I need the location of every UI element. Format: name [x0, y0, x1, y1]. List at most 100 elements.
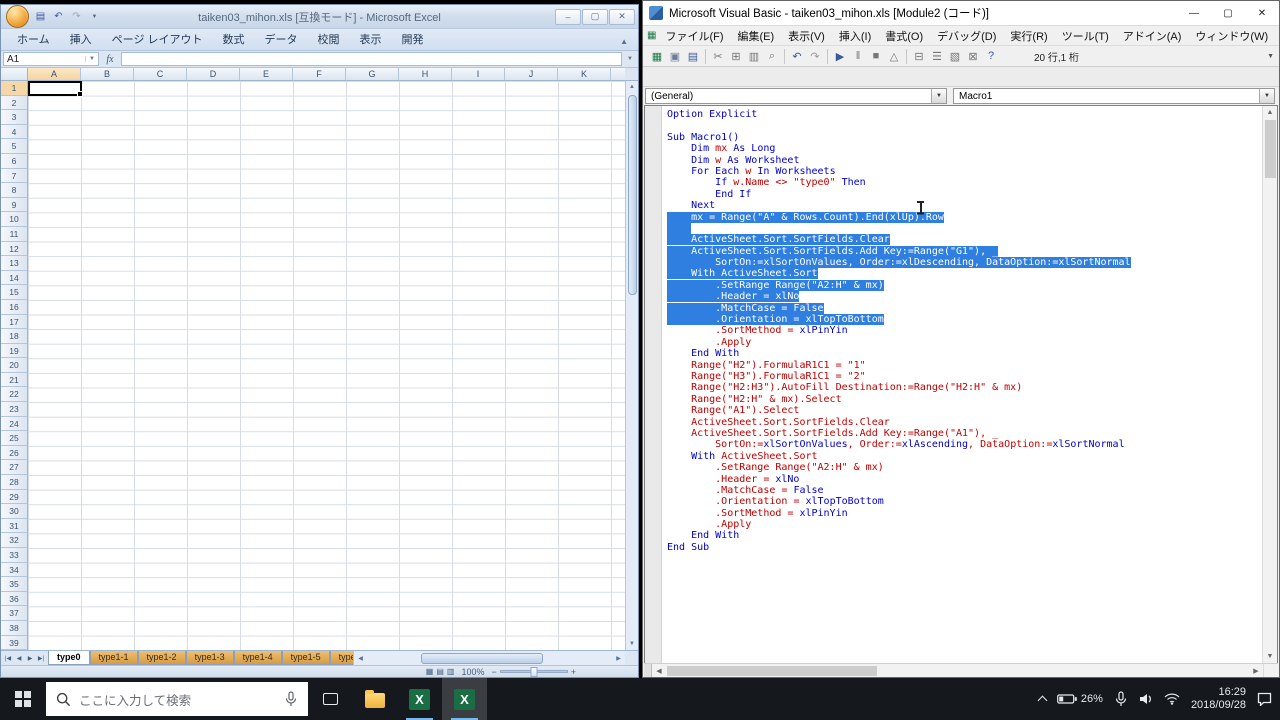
column-header-I[interactable]: I	[452, 68, 505, 80]
sheet-tab-type2[interactable]: type2	[330, 651, 353, 665]
row-header-15[interactable]: 15	[1, 285, 27, 300]
row-header-39[interactable]: 39	[1, 636, 27, 650]
sheet-tab-type1-2[interactable]: type1-2	[138, 651, 186, 665]
row-header-11[interactable]: 11	[1, 227, 27, 242]
zoom-track[interactable]	[500, 670, 568, 673]
row-header-3[interactable]: 3	[1, 110, 27, 125]
vbe-menu-2[interactable]: 編集(E)	[731, 26, 782, 46]
column-header-K[interactable]: K	[558, 68, 611, 80]
vbe-menu-7[interactable]: 実行(R)	[1003, 26, 1054, 46]
ribbon-tab-7[interactable]: 表示	[350, 28, 392, 50]
row-header-2[interactable]: 2	[1, 96, 27, 111]
excel-app-button[interactable]: X	[397, 678, 442, 720]
excel-vbe-app-button[interactable]: X	[442, 678, 487, 720]
row-header-4[interactable]: 4	[1, 125, 27, 140]
task-view-button[interactable]	[308, 678, 352, 720]
row-header-30[interactable]: 30	[1, 504, 27, 519]
row-header-18[interactable]: 18	[1, 329, 27, 344]
name-box-dropdown-icon[interactable]: ▼	[85, 56, 95, 62]
break-icon[interactable]: ‖	[849, 48, 867, 65]
toolbox-icon[interactable]: ⊠	[964, 48, 982, 65]
vbe-menu-3[interactable]: 表示(V)	[781, 26, 832, 46]
column-header-A[interactable]: A	[28, 68, 81, 80]
vbe-menu-5[interactable]: 書式(O)	[878, 26, 930, 46]
previous-sheet-icon[interactable]: ◀	[14, 655, 24, 662]
scroll-left-icon[interactable]: ◀	[354, 655, 367, 662]
vbe-menu-6[interactable]: デバッグ(D)	[930, 26, 1003, 46]
excel-horizontal-scrollbar[interactable]: ◀ ▶	[353, 651, 625, 665]
taskbar-clock[interactable]: 16:29 2018/09/28	[1191, 686, 1246, 712]
copy-icon[interactable]: ⊞	[727, 48, 745, 65]
row-header-7[interactable]: 7	[1, 169, 27, 184]
row-header-19[interactable]: 19	[1, 344, 27, 359]
row-header-34[interactable]: 34	[1, 563, 27, 578]
sheet-tab-type1-4[interactable]: type1-4	[234, 651, 282, 665]
volume-icon[interactable]	[1139, 693, 1153, 705]
office-button[interactable]	[6, 5, 29, 28]
design-mode-icon[interactable]: △	[885, 48, 903, 65]
row-header-17[interactable]: 17	[1, 315, 27, 330]
qat-dropdown-icon[interactable]: ▼	[87, 14, 102, 20]
ribbon-tab-4[interactable]: 数式	[213, 28, 255, 50]
row-header-33[interactable]: 33	[1, 548, 27, 563]
taskbar-search[interactable]: ここに入力して検索	[46, 682, 308, 716]
close-button[interactable]: ✕	[609, 9, 635, 25]
row-header-1[interactable]: 1	[1, 81, 27, 96]
redo-icon[interactable]: ↷	[69, 11, 84, 22]
save-icon[interactable]: ▤	[33, 11, 48, 22]
scroll-down-icon[interactable]: ▼	[1267, 650, 1274, 663]
row-header-37[interactable]: 37	[1, 606, 27, 621]
zoom-slider[interactable]: − +	[491, 667, 576, 677]
undo-icon[interactable]: ↶	[51, 11, 66, 22]
row-header-29[interactable]: 29	[1, 490, 27, 505]
sheet-grid[interactable]	[28, 81, 625, 650]
ribbon-tab-2[interactable]: 挿入	[60, 28, 102, 50]
network-icon[interactable]	[1164, 693, 1180, 705]
row-header-35[interactable]: 35	[1, 577, 27, 592]
row-header-23[interactable]: 23	[1, 402, 27, 417]
vbe-menu-4[interactable]: 挿入(I)	[832, 26, 878, 46]
code-horizontal-scrollbar[interactable]: ◀ ▶	[644, 663, 1278, 677]
insert-function-icon[interactable]: fx	[101, 54, 119, 65]
row-header-31[interactable]: 31	[1, 519, 27, 534]
last-sheet-icon[interactable]: ▶|	[36, 655, 46, 662]
row-header-13[interactable]: 13	[1, 256, 27, 271]
scroll-thumb[interactable]	[628, 95, 637, 295]
normal-view-icon[interactable]: ▦	[426, 667, 434, 676]
column-header-H[interactable]: H	[399, 68, 452, 80]
ribbon-tab-3[interactable]: ページ レイアウト	[102, 28, 213, 50]
row-header-36[interactable]: 36	[1, 592, 27, 607]
vbe-menu-9[interactable]: アドイン(A)	[1116, 26, 1189, 46]
column-header-B[interactable]: B	[81, 68, 134, 80]
object-dropdown[interactable]: (General) ▼	[645, 88, 947, 104]
column-header-G[interactable]: G	[346, 68, 399, 80]
zoom-knob[interactable]	[530, 667, 537, 677]
view-excel-icon[interactable]: ▦	[648, 48, 666, 65]
scroll-thumb[interactable]	[421, 653, 543, 664]
minimize-ribbon-icon[interactable]: ▲	[620, 37, 628, 46]
zoom-in-icon[interactable]: +	[571, 667, 576, 677]
column-header-J[interactable]: J	[505, 68, 558, 80]
scroll-thumb[interactable]	[667, 666, 877, 676]
row-header-25[interactable]: 25	[1, 431, 27, 446]
zoom-level[interactable]: 100%	[461, 667, 484, 677]
split-handle[interactable]	[644, 664, 652, 677]
row-header-27[interactable]: 27	[1, 460, 27, 475]
row-header-24[interactable]: 24	[1, 417, 27, 432]
row-header-32[interactable]: 32	[1, 533, 27, 548]
code-margin[interactable]	[645, 106, 662, 663]
select-all-corner[interactable]	[1, 68, 28, 81]
chevron-down-icon[interactable]: ▼	[931, 89, 946, 103]
tray-microphone-icon[interactable]	[1114, 691, 1128, 707]
scroll-up-icon[interactable]: ▲	[1267, 106, 1274, 119]
formula-bar-expand-icon[interactable]: ▼	[624, 56, 636, 62]
sheet-tab-type1-1[interactable]: type1-1	[90, 651, 138, 665]
microphone-icon[interactable]	[284, 691, 298, 707]
chevron-down-icon[interactable]: ▼	[1259, 89, 1274, 103]
help-icon[interactable]: ?	[982, 48, 1000, 65]
page-layout-view-icon[interactable]: ▤	[436, 667, 444, 676]
page-break-view-icon[interactable]: ▥	[447, 667, 455, 676]
ribbon-tab-6[interactable]: 校閲	[308, 28, 350, 50]
row-header-22[interactable]: 22	[1, 387, 27, 402]
row-header-38[interactable]: 38	[1, 621, 27, 636]
